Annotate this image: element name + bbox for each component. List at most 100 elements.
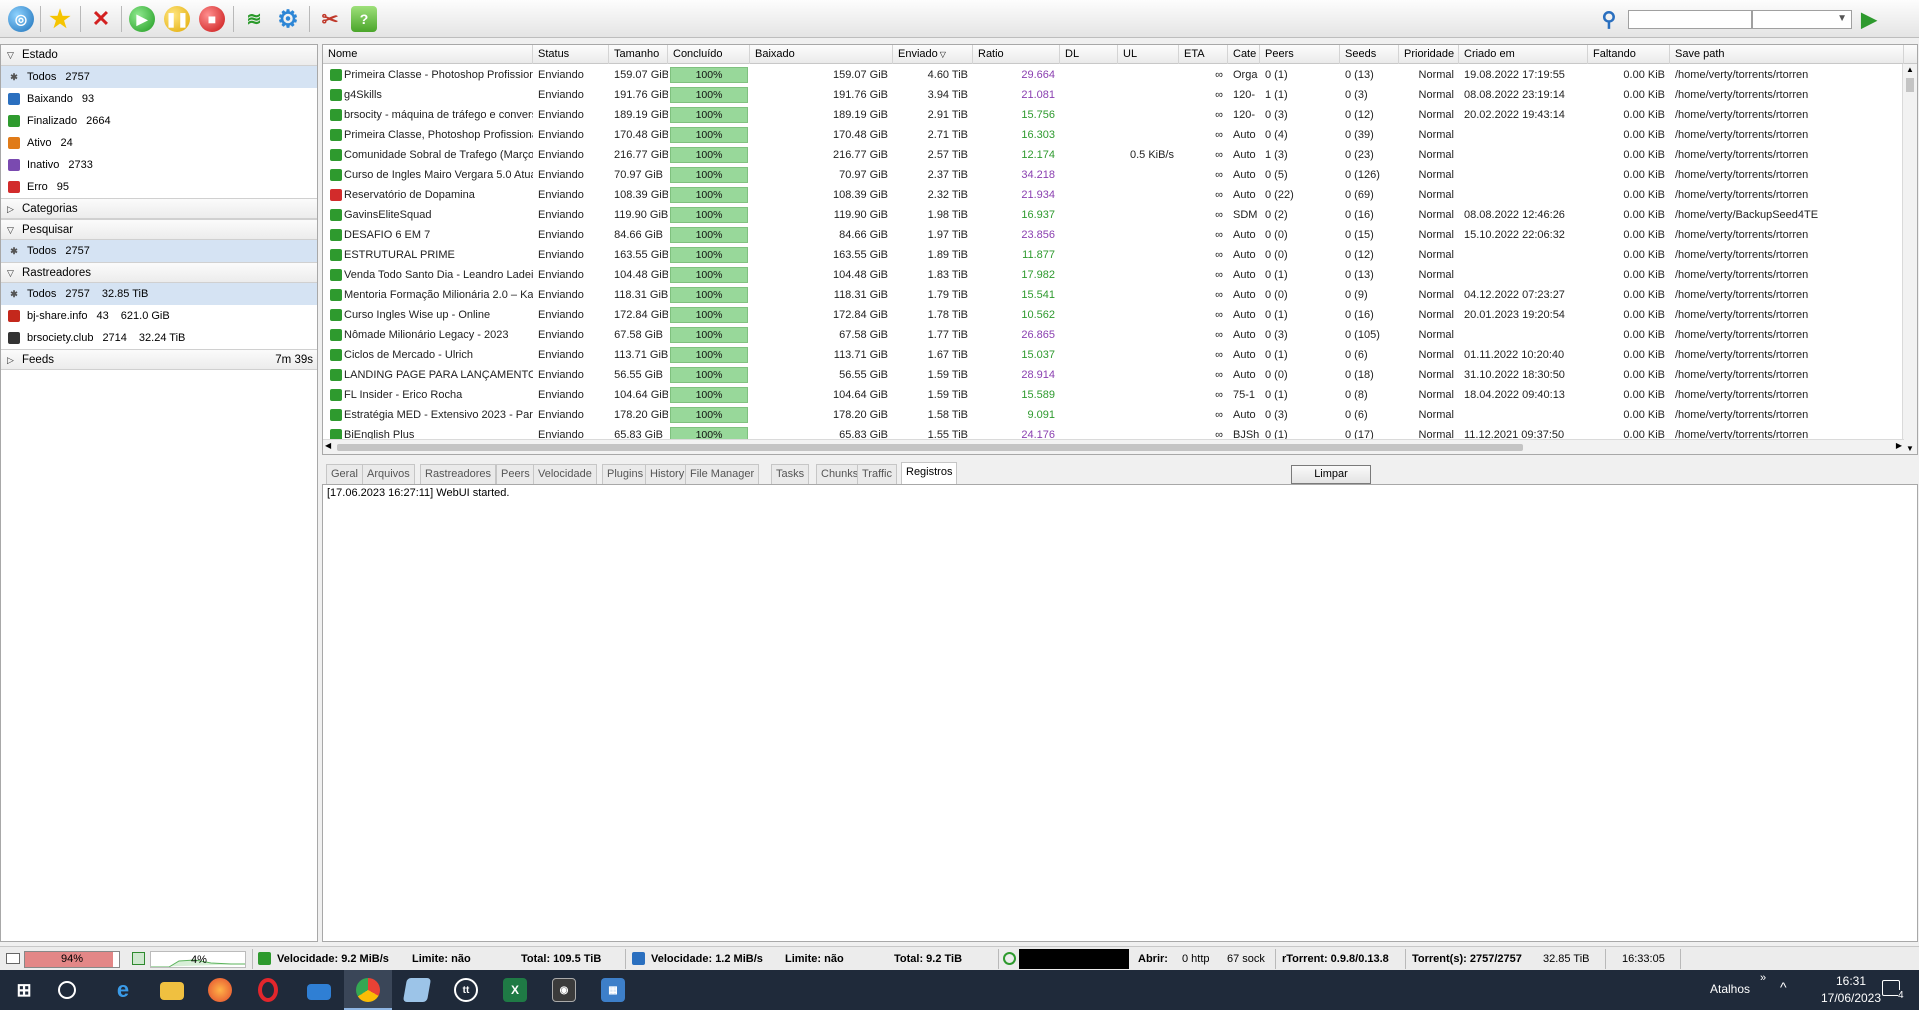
tab-peers[interactable]: Peers <box>496 464 535 484</box>
table-row[interactable]: DESAFIO 6 EM 7 Enviando 84.66 GiB 100% 84.66… <box>323 225 1903 245</box>
expand-icon[interactable]: » <box>1760 972 1766 984</box>
calculator-icon[interactable]: ▦ <box>601 978 625 1002</box>
scroll-up-icon[interactable]: ▲ <box>1906 65 1914 74</box>
tab-history[interactable]: History <box>645 464 690 484</box>
scroll-down-icon[interactable]: ▼ <box>1906 444 1914 453</box>
sidebar-item-inativo[interactable]: Inativo 2733 <box>1 154 317 176</box>
globe-icon[interactable]: ◎ <box>8 6 34 32</box>
firefox-icon[interactable] <box>208 978 232 1002</box>
sidebar-tracker-1[interactable]: bj-share.info 43 621.0 GiB <box>1 305 317 327</box>
table-row[interactable]: GavinsEliteSquad Enviando 119.90 GiB 100% 11… <box>323 205 1903 225</box>
sidebar-item-ativo[interactable]: Ativo 24 <box>1 132 317 154</box>
vertical-scrollbar[interactable]: ▲ ▼ <box>1902 64 1917 454</box>
column-header-ratio[interactable]: Ratio <box>973 45 1060 64</box>
column-header-path[interactable]: Save path <box>1670 45 1904 64</box>
column-header-left[interactable]: Faltando <box>1588 45 1670 64</box>
sidebar-section-rastreadores[interactable]: ▽ Rastreadores <box>1 262 317 283</box>
column-header-eta[interactable]: ETA <box>1179 45 1228 64</box>
file-explorer-icon[interactable] <box>160 982 184 1000</box>
sidebar-section-estado[interactable]: ▽ Estado <box>1 45 317 66</box>
table-row[interactable]: Venda Todo Santo Dia - Leandro Ladeira En… <box>323 265 1903 285</box>
search-input[interactable] <box>1628 10 1752 29</box>
mail-icon[interactable] <box>307 984 331 1000</box>
scroll-right-icon[interactable]: ▶ <box>1896 441 1902 450</box>
sidebar-tracker-0[interactable]: ✱ Todos 2757 32.85 TiB <box>1 283 317 305</box>
table-row[interactable]: brsocity - máquina de tráfego e conversã… <box>323 105 1903 125</box>
table-row[interactable]: Curso de Ingles Mairo Vergara 5.0 Atuali… <box>323 165 1903 185</box>
tab-plugins[interactable]: Plugins <box>602 464 649 484</box>
table-row[interactable]: Primeira Classe, Photoshop Profissional … <box>323 125 1903 145</box>
table-row[interactable]: g4Skills Enviando 191.76 GiB 100% 191.76 GiB… <box>323 85 1903 105</box>
sidebar-item-baixando[interactable]: Baixando 93 <box>1 88 317 110</box>
column-header-cat[interactable]: Cate <box>1228 45 1260 64</box>
table-row[interactable]: Ciclos de Mercado - Ulrich Enviando 113.71… <box>323 345 1903 365</box>
table-row[interactable]: Mentoria Formação Milionária 2.0 – Kayky… <box>323 285 1903 305</box>
column-header-created[interactable]: Criado em <box>1459 45 1588 64</box>
table-row[interactable]: Curso Ingles Wise up - Online Enviando 172… <box>323 305 1903 325</box>
tools-icon[interactable]: ✂ <box>317 6 343 32</box>
stop-icon[interactable]: ■ <box>199 6 225 32</box>
column-header-peers[interactable]: Peers <box>1260 45 1340 64</box>
tray-chevron-up-icon[interactable]: ^ <box>1780 979 1787 995</box>
sidebar-item-todos[interactable]: ✱ Todos 2757 <box>1 66 317 88</box>
shortcuts-label[interactable]: Atalhos <box>1710 982 1750 996</box>
pause-icon[interactable]: ❚❚ <box>164 6 190 32</box>
column-header-down[interactable]: Baixado <box>750 45 893 64</box>
table-row[interactable]: FL Insider - Erico Rocha Enviando 104.64 G… <box>323 385 1903 405</box>
horizontal-scrollbar[interactable]: ◀ ▶ <box>323 439 1904 454</box>
excel-icon[interactable]: X <box>503 978 527 1002</box>
taskbar-date[interactable]: 17/06/2023 <box>1816 991 1886 1005</box>
column-header-ul[interactable]: UL <box>1118 45 1179 64</box>
tab-velocidade[interactable]: Velocidade <box>533 464 597 484</box>
tab-arquivos[interactable]: Arquivos <box>362 464 415 484</box>
help-icon[interactable]: ? <box>351 6 377 32</box>
start-icon[interactable]: ▶ <box>129 6 155 32</box>
obs-icon[interactable]: ◉ <box>552 978 576 1002</box>
tab-file-manager[interactable]: File Manager <box>685 464 760 484</box>
scroll-left-icon[interactable]: ◀ <box>325 441 331 450</box>
search-engine-select[interactable]: ▼ <box>1752 10 1852 29</box>
tab-rastreadores[interactable]: Rastreadores <box>420 464 497 484</box>
column-header-done[interactable]: Concluído <box>668 45 750 64</box>
search-icon[interactable]: ⚲ <box>1596 6 1622 32</box>
column-header-name[interactable]: Nome <box>323 45 533 64</box>
sidebar-section-pesquisar[interactable]: ▽ Pesquisar <box>1 219 317 240</box>
gear-icon[interactable]: ⚙ <box>275 6 301 33</box>
tab-traffic[interactable]: Traffic <box>857 464 897 484</box>
table-row[interactable]: Primeira Classe - Photoshop Profissional… <box>323 65 1903 85</box>
sidebar-section-categorias[interactable]: ▷ Categorias <box>1 198 317 219</box>
table-row[interactable]: Estratégia MED - Extensivo 2023 - Parte … <box>323 405 1903 425</box>
sidebar-item-erro[interactable]: Erro 95 <box>1 176 317 198</box>
clear-log-button[interactable]: Limpar <box>1291 465 1371 484</box>
download-limit[interactable]: Limite: não <box>412 950 471 968</box>
opera-icon[interactable] <box>258 978 278 1002</box>
scroll-thumb[interactable] <box>1906 78 1914 92</box>
chrome-icon[interactable] <box>356 978 380 1002</box>
windows-start-icon[interactable]: ⊞ <box>12 978 36 1002</box>
table-row[interactable]: LANDING PAGE PARA LANÇAMENTOS - OTHON Env… <box>323 365 1903 385</box>
column-header-size[interactable]: Tamanho <box>609 45 668 64</box>
cortana-icon[interactable] <box>58 981 76 999</box>
column-header-dl[interactable]: DL <box>1060 45 1118 64</box>
table-row[interactable]: Reservatório de Dopamina Enviando 108.39 G… <box>323 185 1903 205</box>
notepad-icon[interactable] <box>402 978 432 1002</box>
column-header-prio[interactable]: Prioridade <box>1399 45 1459 64</box>
table-row[interactable]: Nômade Milionário Legacy - 2023 Enviando 6… <box>323 325 1903 345</box>
column-header-up[interactable]: Enviado ▽ <box>893 45 973 64</box>
tab-geral[interactable]: Geral <box>326 464 363 484</box>
scroll-thumb[interactable] <box>337 444 1523 451</box>
teamviewer-icon[interactable]: tt <box>454 978 478 1002</box>
star-icon[interactable]: ★ <box>47 6 73 33</box>
column-header-status[interactable]: Status <box>533 45 609 64</box>
table-row[interactable]: Comunidade Sobral de Trafego (Março 2023… <box>323 145 1903 165</box>
tab-registros[interactable]: Registros <box>901 462 958 484</box>
sidebar-tracker-2[interactable]: brsociety.club 2714 32.24 TiB <box>1 327 317 349</box>
search-go-icon[interactable]: ▶ <box>1856 6 1882 32</box>
sidebar-item-finalizado[interactable]: Finalizado 2664 <box>1 110 317 132</box>
remove-icon[interactable]: ✕ <box>88 6 114 32</box>
edge-icon[interactable]: e <box>111 977 135 1002</box>
sidebar-item-pesquisar-todos[interactable]: ✱ Todos 2757 <box>1 240 317 262</box>
rss-icon[interactable]: ≋ <box>241 6 267 32</box>
column-header-seeds[interactable]: Seeds <box>1340 45 1399 64</box>
tab-tasks[interactable]: Tasks <box>771 464 810 484</box>
